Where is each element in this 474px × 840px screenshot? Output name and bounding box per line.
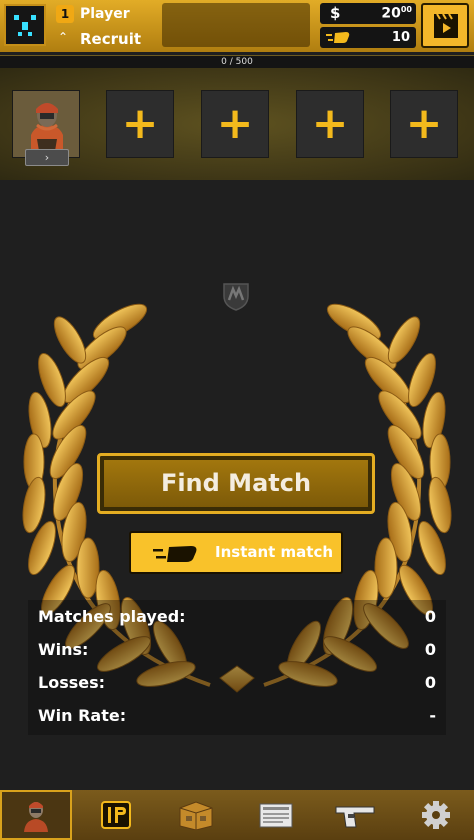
stat-row-losses: Losses: 0 <box>38 673 436 699</box>
find-match-button[interactable]: Find Match <box>97 453 375 514</box>
level-badge: 1 <box>56 5 74 23</box>
stat-label: Losses: <box>38 673 106 692</box>
token-icon <box>326 32 350 43</box>
plus-icon: + <box>121 98 159 149</box>
stat-label: Wins: <box>38 640 89 659</box>
clapperboard-icon <box>434 13 458 38</box>
nav-tab-ip[interactable] <box>80 790 152 840</box>
dollar-icon: $ <box>330 4 341 22</box>
token-display[interactable]: 10 <box>320 27 416 48</box>
stat-row-wins: Wins: 0 <box>38 640 436 666</box>
nav-tab-profile[interactable] <box>0 790 72 840</box>
player-avatar[interactable] <box>4 4 46 46</box>
nav-tab-inventory[interactable] <box>320 790 392 840</box>
status-panel <box>162 3 310 47</box>
instant-match-label: Instant match <box>215 543 334 561</box>
xp-label: 0 / 500 <box>221 57 253 67</box>
xp-progress-bar: 0 / 500 <box>0 55 474 68</box>
pistol-icon <box>335 806 375 828</box>
party-slot-player[interactable]: › <box>12 90 80 166</box>
nav-tab-settings[interactable] <box>400 790 472 840</box>
open-loadout-button[interactable]: › <box>25 149 69 166</box>
stat-row-win-rate: Win Rate: - <box>38 706 436 732</box>
newspaper-icon <box>259 803 293 828</box>
stat-label: Win Rate: <box>38 706 127 725</box>
gear-icon <box>422 801 450 829</box>
nav-tab-news[interactable] <box>240 790 312 840</box>
stat-value: 0 <box>424 640 436 659</box>
top-bar: 1 Player ⌃ Recruit $ 2000 10 <box>0 0 474 52</box>
nav-tab-cases[interactable] <box>160 790 232 840</box>
party-slot-invite[interactable]: + <box>201 90 269 158</box>
token-count: 10 <box>391 30 410 45</box>
plus-icon: + <box>216 98 254 149</box>
profile-icon <box>24 802 48 832</box>
stat-value: 0 <box>424 673 436 692</box>
face-icon <box>14 15 36 36</box>
find-match-label: Find Match <box>160 469 312 497</box>
chevron-up-icon: ⌃ <box>58 30 69 44</box>
token-icon <box>153 546 197 562</box>
plus-icon: + <box>311 98 349 149</box>
party-panel: › + + + + <box>0 68 474 180</box>
stat-value: - <box>429 706 436 725</box>
rank-name: Recruit <box>80 30 142 48</box>
plus-icon: + <box>405 98 443 149</box>
watch-video-button[interactable] <box>421 3 469 48</box>
operator-portrait-icon <box>21 95 73 151</box>
cash-amount: 2000 <box>381 5 412 22</box>
stat-row-matches-played: Matches played: 0 <box>38 607 436 633</box>
party-slot-invite[interactable]: + <box>390 90 458 158</box>
party-slot-invite[interactable]: + <box>296 90 364 158</box>
case-icon <box>179 801 213 830</box>
bottom-nav <box>0 790 474 840</box>
match-stats-panel: Matches played: 0 Wins: 0 Losses: 0 Win … <box>28 600 446 735</box>
player-name[interactable]: Player <box>80 6 130 22</box>
instant-match-button[interactable]: Instant match <box>129 531 343 574</box>
stat-label: Matches played: <box>38 607 186 626</box>
party-slot-invite[interactable]: + <box>106 90 174 158</box>
cash-display[interactable]: $ 2000 <box>320 3 416 24</box>
ip-icon <box>101 801 131 829</box>
stat-value: 0 <box>424 607 436 626</box>
